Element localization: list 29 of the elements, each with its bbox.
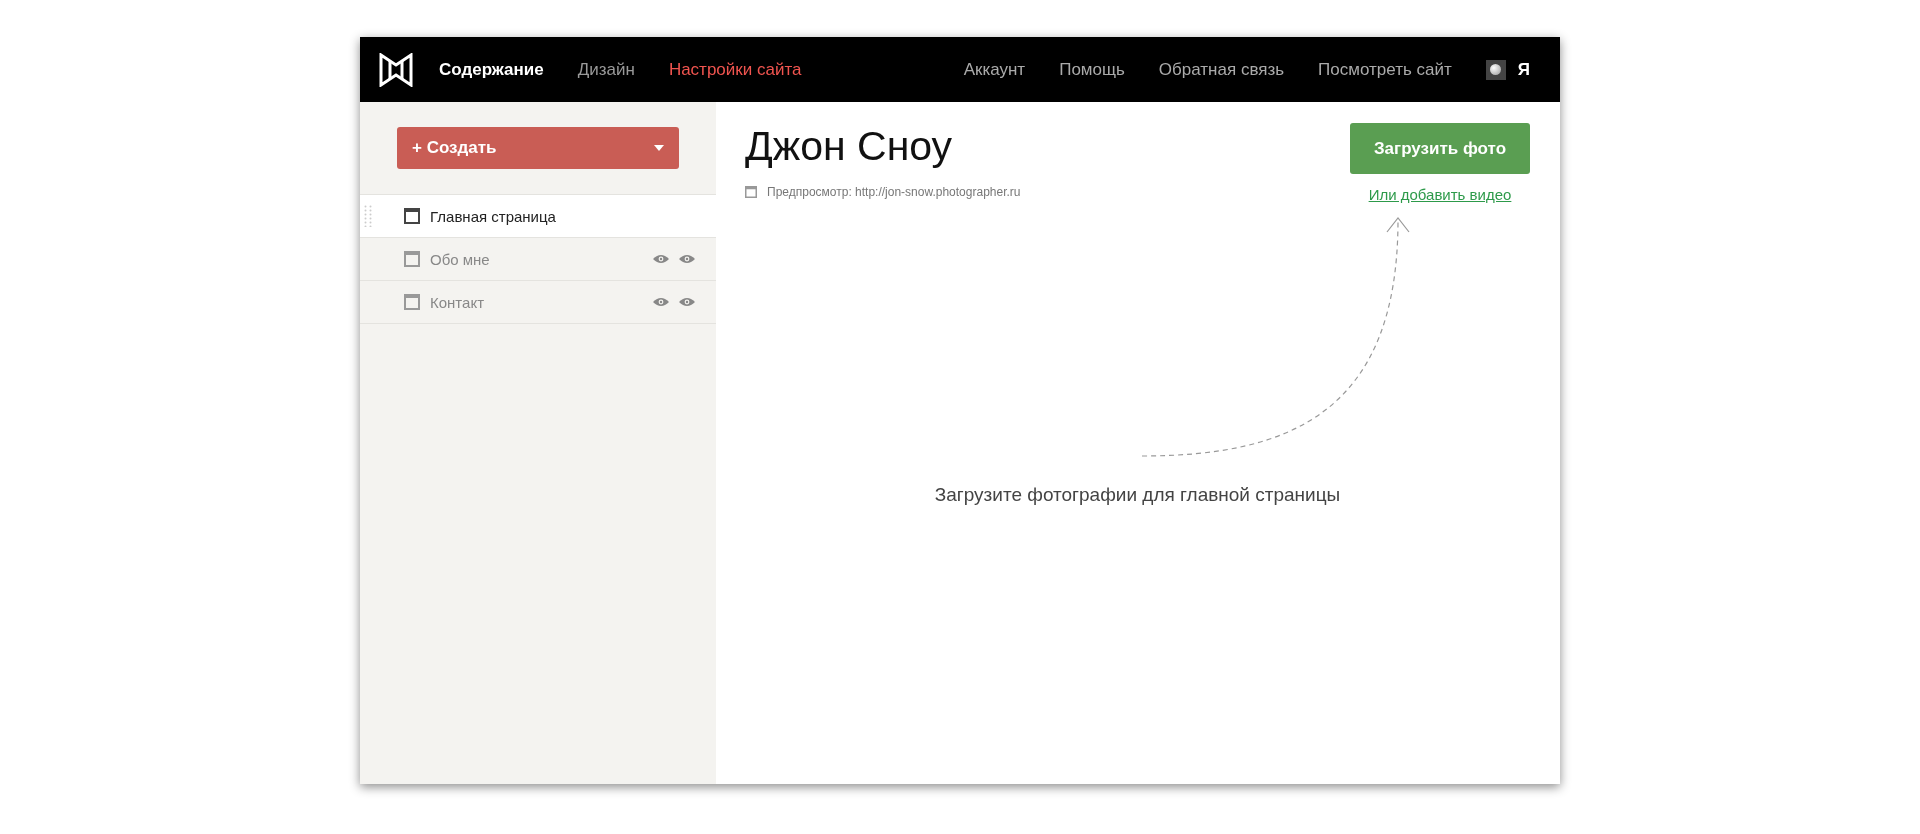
page-icon: [404, 251, 420, 267]
nav-link[interactable]: Посмотреть сайт: [1318, 59, 1452, 80]
create-button[interactable]: + Создать: [397, 127, 679, 169]
caret-icon: [654, 145, 664, 151]
add-video-link[interactable]: Или добавить видео: [1368, 186, 1512, 203]
user-name[interactable]: Я: [1517, 59, 1530, 80]
drag-handle-icon[interactable]: [364, 205, 372, 227]
page-icon: [404, 208, 420, 224]
eye-icon[interactable]: [653, 297, 669, 307]
nav-tab[interactable]: Дизайн: [577, 59, 635, 80]
nav-link[interactable]: Помощь: [1059, 59, 1125, 80]
browser-window-icon: [745, 186, 757, 199]
eye-icon[interactable]: [653, 254, 669, 264]
eye-icon[interactable]: [679, 254, 695, 264]
page-title: Обо мне: [430, 250, 491, 268]
page-icon: [404, 294, 420, 310]
page-item[interactable]: Главная страница: [360, 195, 716, 238]
logo-icon: [379, 52, 413, 87]
avatar-icon[interactable]: [1485, 59, 1506, 80]
preview-url: Предпросмотр: http://jon-snow.photographer.ru: [767, 185, 1021, 200]
nav-link[interactable]: Аккаунт: [963, 59, 1026, 80]
nav-tab[interactable]: Содержание: [439, 59, 544, 80]
empty-state-message: Загрузите фотографии для главной страницы: [933, 484, 1342, 506]
page-heading: Джон Сноу: [745, 122, 954, 171]
nav-link[interactable]: Обратная связь: [1158, 59, 1285, 80]
nav-tab[interactable]: Настройки сайта: [668, 59, 802, 80]
page-title: Главная страница: [430, 207, 557, 225]
eye-icon[interactable]: [679, 297, 695, 307]
page-title: Контакт: [430, 293, 485, 311]
